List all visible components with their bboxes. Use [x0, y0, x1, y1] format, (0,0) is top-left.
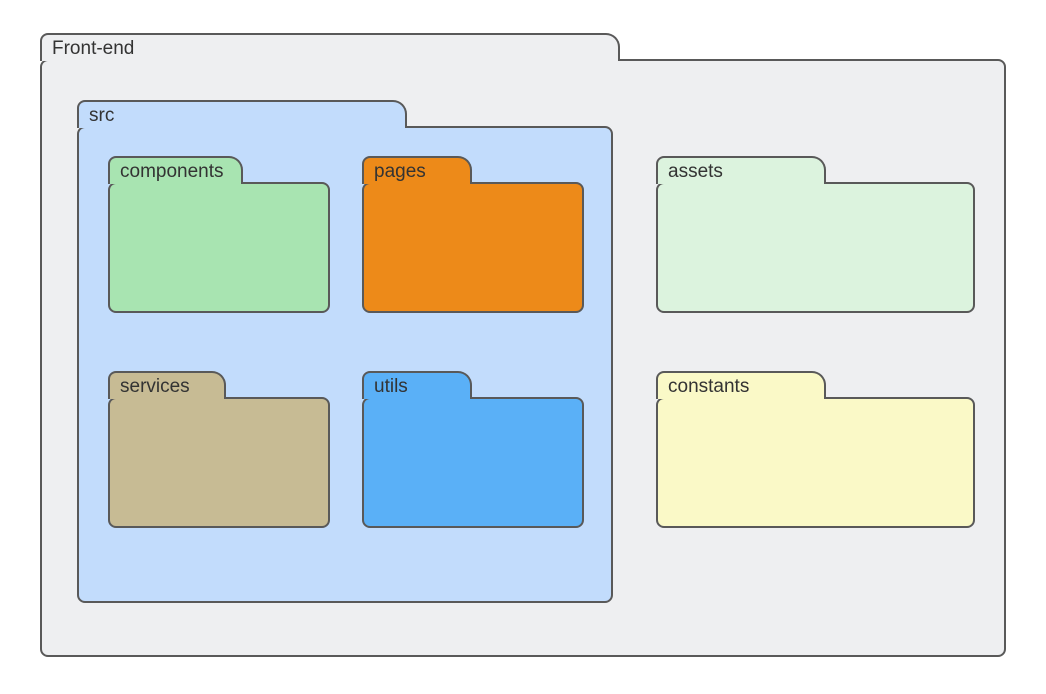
folder-constants-label: constants: [668, 376, 749, 398]
folder-assets-tab: assets: [656, 156, 826, 184]
folder-constants: constants: [656, 371, 975, 528]
folder-frontend-label: Front-end: [52, 38, 134, 60]
folder-src-tab: src: [77, 100, 407, 128]
folder-components: components: [108, 156, 330, 313]
folder-constants-tab: constants: [656, 371, 826, 399]
folder-utils: utils: [362, 371, 584, 528]
folder-frontend-tab: Front-end: [40, 33, 620, 61]
folder-assets: assets: [656, 156, 975, 313]
folder-assets-body: [656, 182, 975, 313]
folder-services-body: [108, 397, 330, 528]
folder-pages-label: pages: [374, 161, 426, 183]
folder-components-label: components: [120, 161, 224, 183]
folder-utils-body: [362, 397, 584, 528]
folder-pages-body: [362, 182, 584, 313]
folder-utils-label: utils: [374, 376, 408, 398]
folder-services-tab: services: [108, 371, 226, 399]
folder-services-label: services: [120, 376, 190, 398]
folder-components-tab: components: [108, 156, 243, 184]
folder-services: services: [108, 371, 330, 528]
diagram-canvas: Front-end src components pages services …: [0, 0, 1046, 694]
folder-utils-tab: utils: [362, 371, 472, 399]
folder-components-body: [108, 182, 330, 313]
folder-pages-tab: pages: [362, 156, 472, 184]
folder-src-label: src: [89, 105, 114, 127]
folder-pages: pages: [362, 156, 584, 313]
folder-constants-body: [656, 397, 975, 528]
folder-assets-label: assets: [668, 161, 723, 183]
